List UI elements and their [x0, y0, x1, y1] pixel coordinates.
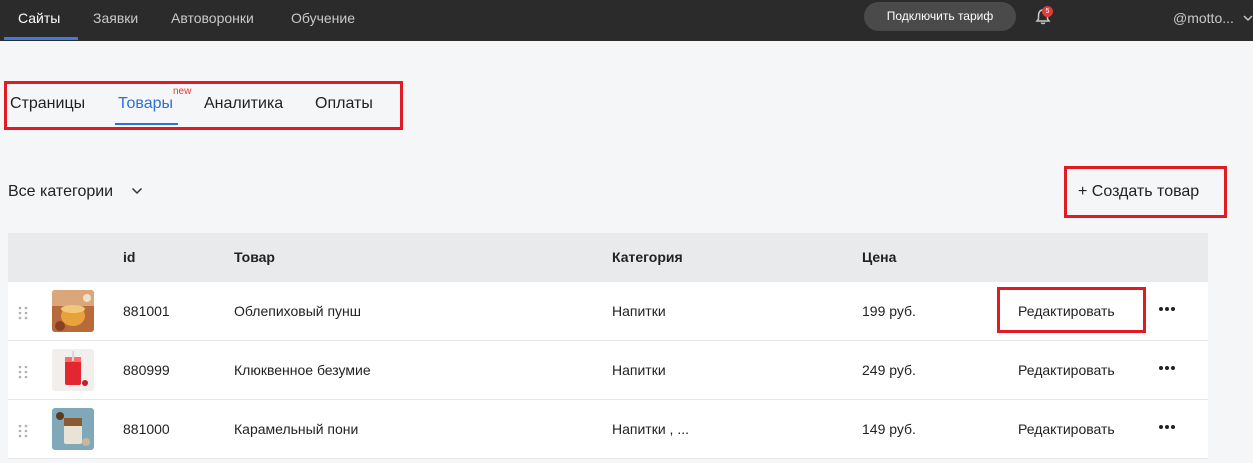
more-options-icon[interactable]	[1158, 304, 1176, 314]
notification-badge: 5	[1042, 6, 1053, 17]
product-category: Напитки	[612, 303, 666, 319]
category-filter[interactable]: Все категории	[8, 183, 113, 201]
product-price: 199 руб.	[862, 303, 916, 319]
tab-active-indicator	[115, 123, 178, 125]
top-navbar: Сайты Заявки Автоворонки Обучение Подклю…	[0, 0, 1253, 41]
nav-item-autofunnels[interactable]: Автоворонки	[171, 0, 254, 41]
column-header-id[interactable]: id	[123, 249, 135, 265]
drag-handle-icon[interactable]	[18, 365, 28, 379]
drag-handle-icon[interactable]	[18, 306, 28, 320]
chevron-down-icon[interactable]	[1243, 14, 1253, 22]
tab-pages[interactable]: Страницы	[10, 95, 85, 113]
nav-active-indicator	[4, 37, 78, 40]
column-header-category[interactable]: Категория	[612, 249, 683, 265]
user-menu[interactable]: @motto...	[1173, 0, 1234, 36]
edit-button[interactable]: Редактировать	[1018, 421, 1115, 437]
chevron-down-icon[interactable]	[131, 187, 143, 195]
create-product-button[interactable]: + Создать товар	[1078, 183, 1199, 201]
product-name[interactable]: Карамельный пони	[234, 421, 358, 437]
product-thumbnail[interactable]	[52, 349, 94, 391]
product-category: Напитки , ...	[612, 421, 689, 437]
product-id: 881001	[123, 303, 170, 319]
table-header	[8, 233, 1208, 282]
new-badge: new	[173, 86, 192, 97]
product-category: Напитки	[612, 362, 666, 378]
edit-highlight-box	[997, 287, 1146, 333]
product-price: 149 руб.	[862, 421, 916, 437]
connect-tariff-button[interactable]: Подключить тариф	[864, 2, 1016, 31]
product-thumbnail[interactable]	[52, 290, 94, 332]
tab-analytics[interactable]: Аналитика	[204, 95, 283, 113]
tab-payments[interactable]: Оплаты	[315, 95, 373, 113]
edit-button[interactable]: Редактировать	[1018, 362, 1115, 378]
tab-products[interactable]: Товары	[118, 95, 173, 113]
more-options-icon[interactable]	[1158, 422, 1176, 432]
more-options-icon[interactable]	[1158, 363, 1176, 373]
nav-item-sites[interactable]: Сайты	[18, 0, 60, 41]
product-name[interactable]: Клюквенное безумие	[234, 362, 371, 378]
column-header-price[interactable]: Цена	[862, 249, 896, 265]
table-row[interactable]: 881000 Карамельный пони Напитки , ... 14…	[8, 400, 1208, 459]
table-row[interactable]: 880999 Клюквенное безумие Напитки 249 ру…	[8, 341, 1208, 400]
product-price: 249 руб.	[862, 362, 916, 378]
product-id: 880999	[123, 362, 170, 378]
product-name[interactable]: Облепиховый пунш	[234, 303, 361, 319]
drag-handle-icon[interactable]	[18, 424, 28, 438]
product-thumbnail[interactable]	[52, 408, 94, 450]
product-id: 881000	[123, 421, 170, 437]
nav-item-requests[interactable]: Заявки	[93, 0, 138, 41]
column-header-product[interactable]: Товар	[234, 249, 275, 265]
nav-item-learning[interactable]: Обучение	[291, 0, 355, 41]
